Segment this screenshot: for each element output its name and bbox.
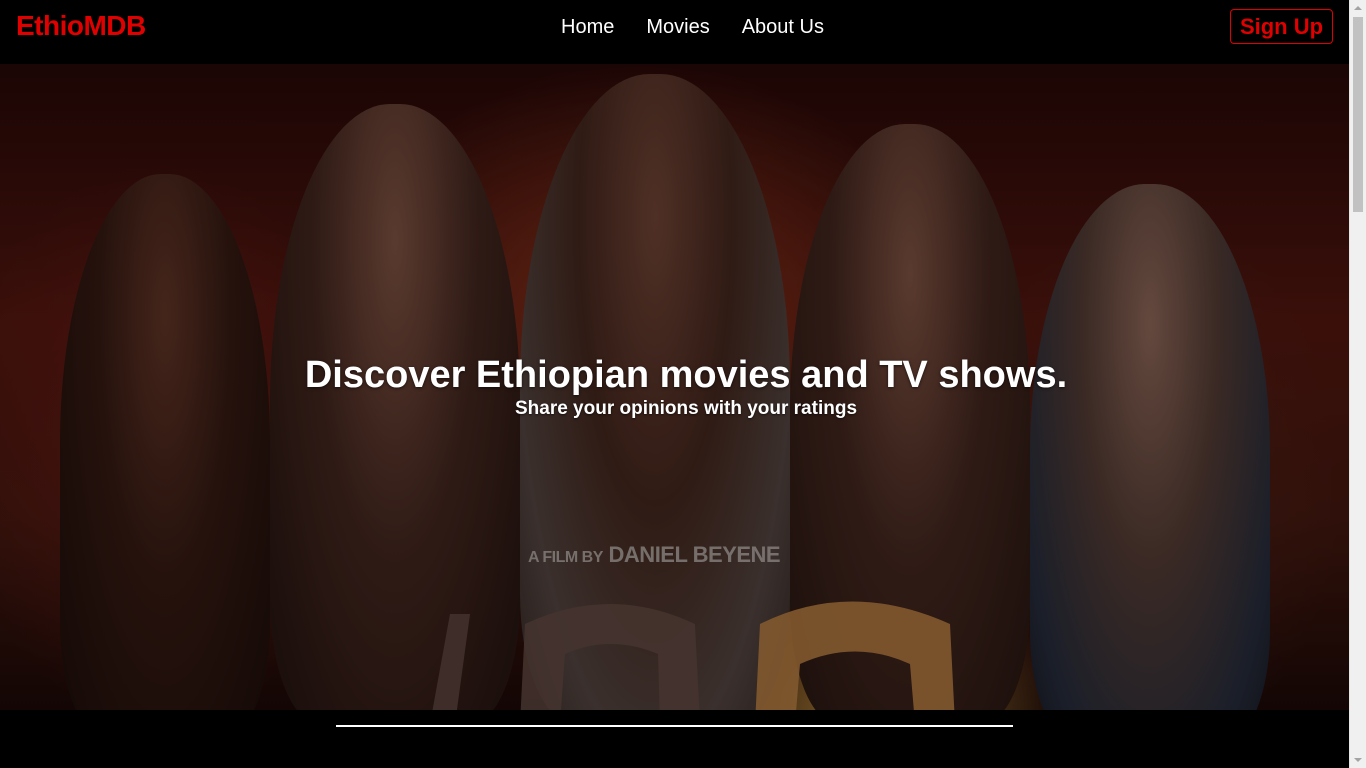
triangle-up-icon[interactable] [1354, 6, 1362, 10]
site-logo[interactable]: EthioMDB [16, 10, 146, 42]
section-divider [336, 725, 1013, 727]
sign-up-button[interactable]: Sign Up [1230, 9, 1333, 44]
page-scrollbar[interactable] [1349, 0, 1366, 768]
page: EthioMDB Home Movies About Us Sign Up A … [0, 0, 1349, 768]
hero-headline: Discover Ethiopian movies and TV shows. [304, 354, 1068, 396]
main-nav: Home Movies About Us [545, 14, 840, 40]
nav-link-home[interactable]: Home [545, 14, 630, 40]
hero-banner: A FILM BY DANIEL BEYENE Discover Ethiopi… [0, 64, 1349, 710]
triangle-down-icon[interactable] [1354, 758, 1362, 762]
scrollbar-thumb[interactable] [1353, 17, 1363, 212]
nav-link-movies[interactable]: Movies [630, 14, 725, 40]
navbar: EthioMDB Home Movies About Us Sign Up [0, 0, 1349, 64]
nav-link-about-us[interactable]: About Us [726, 14, 840, 40]
hero-subline: Share your opinions with your ratings [514, 398, 858, 419]
